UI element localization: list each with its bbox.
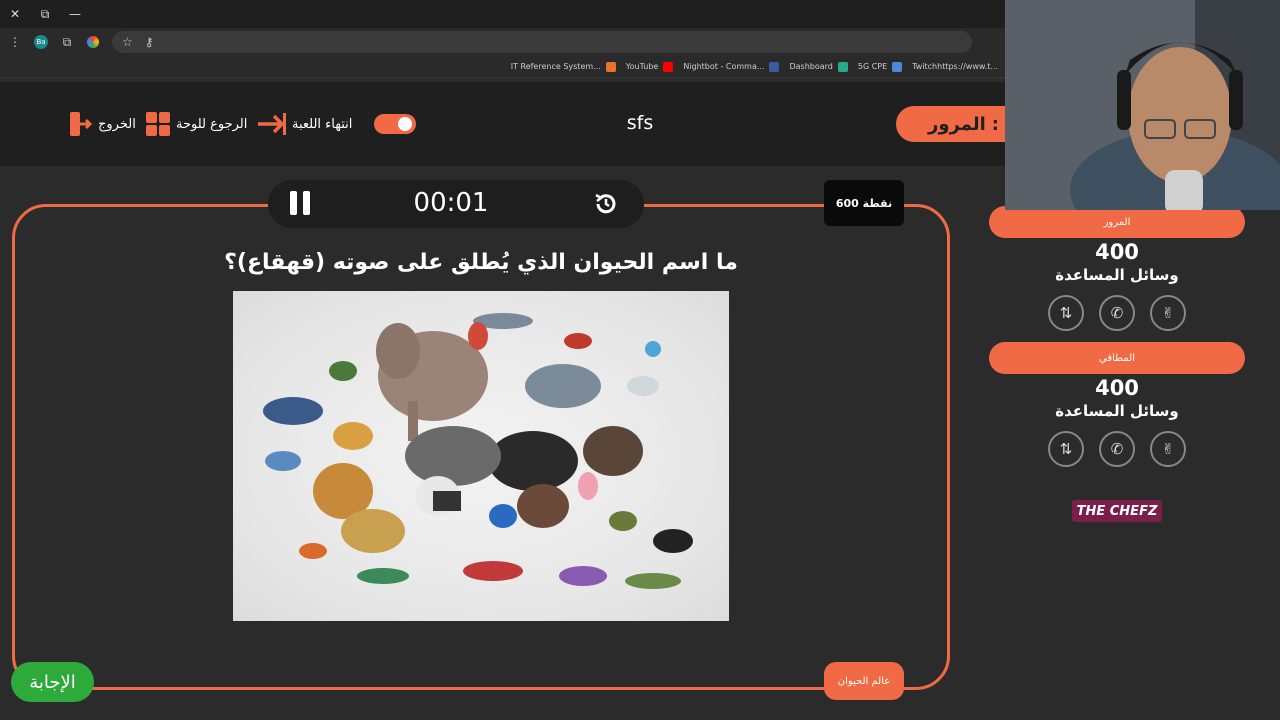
team-2-name: المطافي xyxy=(989,342,1245,374)
bookmark-5g-cpe[interactable]: 5G CPE xyxy=(858,61,903,72)
team-2-help-label: وسائل المساعدة xyxy=(1055,402,1179,420)
team-1-score: 400 xyxy=(1095,240,1139,264)
back-label: الرجوع للوحة xyxy=(176,116,248,132)
pause-icon[interactable] xyxy=(290,191,312,215)
end-game-label: انتهاء اللعبة xyxy=(292,116,353,132)
answer-button[interactable]: الإجابة xyxy=(11,662,94,702)
phone-icon[interactable]: ✆ xyxy=(1099,295,1135,331)
chrome-extension-icon[interactable] xyxy=(82,31,104,53)
question-image xyxy=(233,291,729,621)
animals-collage-image xyxy=(263,313,693,589)
reset-timer-icon[interactable] xyxy=(592,190,620,218)
current-team-name: المرور xyxy=(928,113,986,135)
hands-icon[interactable]: ✌ xyxy=(1150,295,1186,331)
two-answers-icon[interactable]: ⇅ xyxy=(1048,295,1084,331)
points-badge: 600 نقطة xyxy=(824,180,904,226)
streamer-webcam-image xyxy=(1005,0,1280,210)
restore-window-icon[interactable]: ⧉ xyxy=(30,0,60,28)
profile-button[interactable]: Ba xyxy=(30,31,52,53)
minimize-window-icon[interactable]: — xyxy=(60,0,90,28)
sponsor-logo: THE CHEFZ xyxy=(1072,500,1162,522)
hands-icon[interactable]: ✌ xyxy=(1150,431,1186,467)
exit-icon xyxy=(70,112,92,136)
gear-icon xyxy=(398,117,412,131)
webcam-overlay xyxy=(1005,0,1280,210)
key-icon[interactable]: ⚷ xyxy=(145,35,154,49)
timer-display: 00:01 xyxy=(413,188,489,218)
arrow-right-icon xyxy=(258,113,286,135)
back-to-board-button[interactable]: الرجوع للوحة xyxy=(146,112,247,136)
end-game-button[interactable]: انتهاء اللعبة xyxy=(258,112,352,136)
toggle-switch[interactable] xyxy=(374,114,416,134)
exit-button[interactable]: الخروج xyxy=(70,112,136,136)
bookmark-youtube[interactable]: YouTube xyxy=(626,61,674,72)
phone-icon[interactable]: ✆ xyxy=(1099,431,1135,467)
menu-icon[interactable]: ⋮ xyxy=(4,31,26,53)
two-answers-icon[interactable]: ⇅ xyxy=(1048,431,1084,467)
bookmark-twitch[interactable]: Twitchhttps://www.t... xyxy=(912,62,998,71)
close-window-icon[interactable]: ✕ xyxy=(0,0,30,28)
exit-label: الخروج xyxy=(98,116,136,132)
team-1-name: المرور xyxy=(989,206,1245,238)
bookmark-nightbot[interactable]: Nightbot - Comma... xyxy=(683,61,780,72)
room-name: sfs xyxy=(626,112,654,134)
extensions-icon[interactable]: ⧉ xyxy=(56,31,78,53)
team-2-score: 400 xyxy=(1095,376,1139,400)
category-pill: عالم الحيوان xyxy=(824,662,904,700)
bookmark-star-icon[interactable]: ☆ xyxy=(122,35,133,49)
profile-avatar: Ba xyxy=(34,35,48,49)
grid-icon xyxy=(146,112,170,136)
team-1-help-label: وسائل المساعدة xyxy=(1055,266,1179,284)
bookmark-dashboard[interactable]: Dashboard xyxy=(789,61,848,72)
settings-toggle[interactable] xyxy=(374,112,416,136)
address-bar[interactable]: ☆ ⚷ xyxy=(112,31,972,53)
bookmark-it-reference[interactable]: IT Reference System... xyxy=(511,61,616,72)
question-text: ما اسم الحيوان الذي يُطلق على صوته (قهقا… xyxy=(224,250,738,275)
